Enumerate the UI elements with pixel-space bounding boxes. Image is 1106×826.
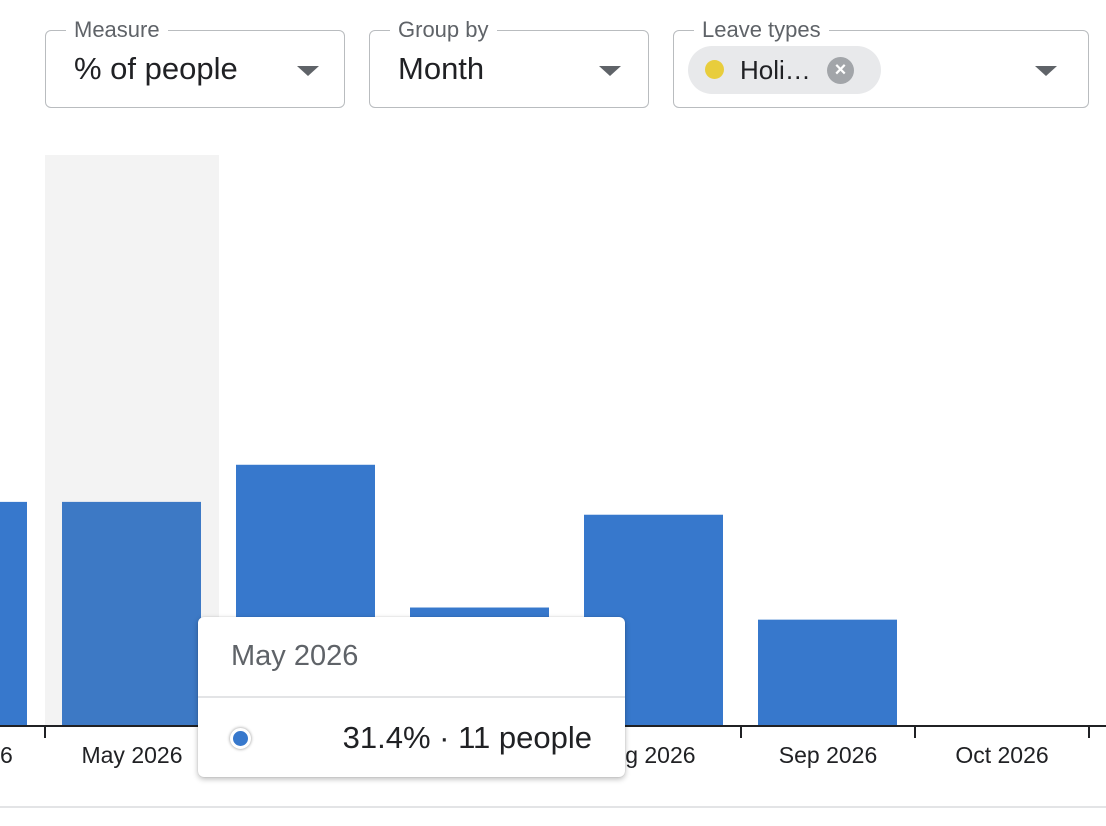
chart-tooltip: May 2026 31.4% · 11 people xyxy=(198,617,625,777)
tooltip-value: 31.4% · 11 people xyxy=(342,720,592,755)
bar-may-2026[interactable] xyxy=(62,501,201,726)
x-tick-label: Sep 2026 xyxy=(779,742,877,768)
tooltip-title: May 2026 xyxy=(231,640,359,672)
bar-sep-2026[interactable] xyxy=(758,619,897,726)
x-tick-label: May 2026 xyxy=(81,742,182,768)
leave-analytics-panel: Measure % of people Group by Month Leave… xyxy=(0,0,1106,826)
tooltip-divider xyxy=(198,696,625,698)
bar-apr-2026[interactable] xyxy=(0,501,27,726)
x-tick-label: 6 xyxy=(0,742,13,768)
section-divider xyxy=(0,806,1106,808)
x-tick-label: Oct 2026 xyxy=(955,742,1048,768)
series-color-dot xyxy=(230,728,251,749)
